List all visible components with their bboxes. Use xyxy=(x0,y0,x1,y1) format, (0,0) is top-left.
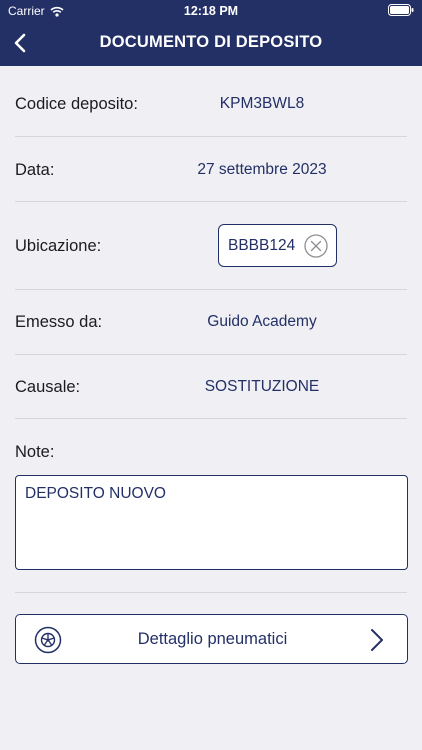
status-time: 12:18 PM xyxy=(183,4,239,18)
reason-label: Causale: xyxy=(15,377,81,396)
notes-label: Note: xyxy=(15,442,55,461)
location-field[interactable]: BBBB124 xyxy=(218,224,337,267)
divider xyxy=(15,592,407,593)
issued-by-value: Guido Academy xyxy=(207,313,317,330)
location-value: BBBB124 xyxy=(228,236,296,254)
clear-circle-icon xyxy=(304,234,328,258)
chevron-right-icon xyxy=(371,629,383,651)
notes-row: Note: xyxy=(15,440,407,464)
location-label: Ubicazione: xyxy=(15,236,102,255)
tire-details-button[interactable]: Dettaglio pneumatici xyxy=(15,614,408,664)
status-bar: Carrier 12:18 PM xyxy=(0,0,422,22)
divider xyxy=(15,354,407,355)
divider xyxy=(15,136,407,137)
tire-details-label: Dettaglio pneumatici xyxy=(137,630,288,648)
issued-by-label: Emesso da: xyxy=(15,312,103,331)
page-title: DOCUMENTO DI DEPOSITO xyxy=(99,33,323,51)
notes-textarea[interactable]: DEPOSITO NUOVO xyxy=(15,475,408,570)
divider xyxy=(15,418,407,419)
date-value: 27 settembre 2023 xyxy=(197,161,327,178)
nav-header: Carrier 12:18 PM DOCUMENTO DI DEPOSITO xyxy=(0,0,422,66)
divider xyxy=(15,201,407,202)
deposit-code-label: Codice deposito: xyxy=(15,94,138,113)
divider xyxy=(15,289,407,290)
clear-location-button[interactable] xyxy=(304,234,328,258)
battery-icon xyxy=(388,4,414,19)
location-row: Ubicazione: xyxy=(15,234,407,258)
date-label: Data: xyxy=(15,160,55,179)
deposit-code-value: KPM3BWL8 xyxy=(219,95,305,112)
reason-value: SOSTITUZIONE xyxy=(204,378,320,395)
